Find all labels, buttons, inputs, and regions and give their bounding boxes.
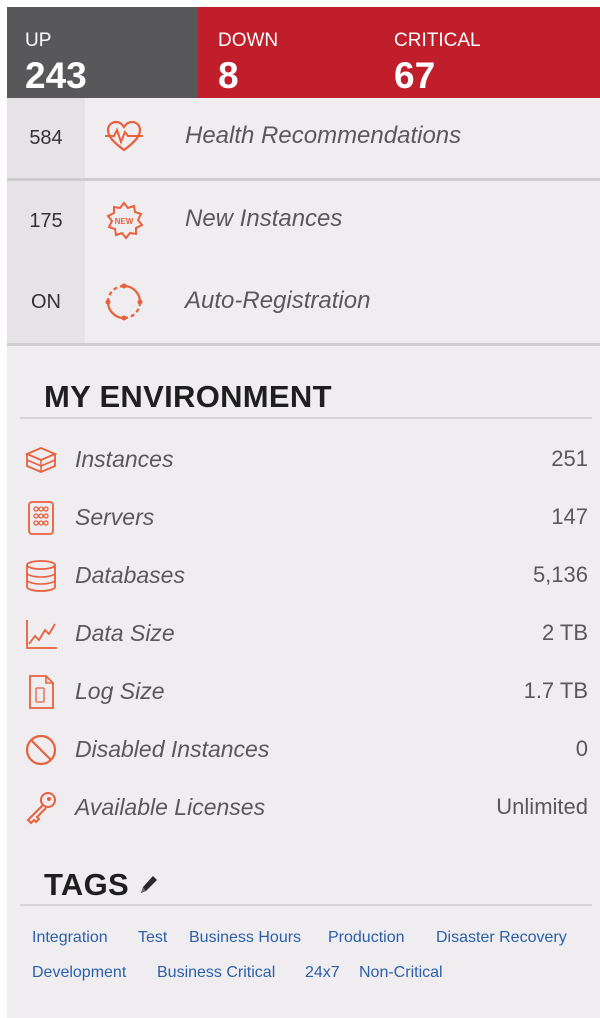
summary-count: ON: [7, 261, 85, 343]
status-critical-value: 67: [394, 55, 436, 96]
instances-icon: [24, 447, 58, 473]
summary-count: 584: [7, 98, 85, 178]
summary-label: Health Recommendations: [185, 122, 462, 149]
env-value: 251: [551, 446, 588, 471]
summary-row-health[interactable]: 584 Health Recommendations: [7, 98, 600, 178]
status-up[interactable]: UP 243: [7, 7, 198, 98]
database-icon: [26, 560, 56, 592]
tag-link[interactable]: Production: [328, 929, 405, 947]
summary-row-auto-registration[interactable]: ON Auto-Registration: [7, 261, 600, 343]
tag-link[interactable]: Business Hours: [189, 929, 301, 947]
env-row-instances[interactable]: Instances 251: [7, 440, 600, 480]
status-critical-label: CRITICAL: [394, 30, 481, 51]
heartbeat-icon: [105, 120, 143, 152]
env-label: Log Size: [75, 678, 165, 704]
chart-line-icon: [26, 620, 57, 649]
status-down-label: DOWN: [218, 30, 279, 51]
env-label: Disabled Instances: [75, 736, 270, 762]
status-down-value: 8: [218, 55, 239, 96]
env-label: Data Size: [75, 620, 175, 646]
disabled-icon: [25, 734, 57, 766]
environment-heading: MY ENVIRONMENT: [44, 379, 332, 414]
tag-link[interactable]: Business Critical: [157, 964, 275, 982]
key-icon: [26, 792, 56, 825]
env-value: 1.7 TB: [523, 678, 588, 703]
summary-label: New Instances: [185, 205, 343, 232]
env-row-data-size[interactable]: Data Size 2 TB: [7, 614, 600, 654]
summary-label: Auto-Registration: [185, 287, 371, 314]
refresh-cycle-icon: [105, 283, 143, 321]
tags-heading: TAGS: [44, 867, 130, 902]
tag-link[interactable]: Disaster Recovery: [436, 929, 567, 947]
status-up-value: 243: [25, 55, 87, 96]
heading-underline: [20, 417, 592, 419]
env-value: 0: [575, 736, 588, 761]
env-row-disabled-instances[interactable]: Disabled Instances 0: [7, 730, 600, 770]
sidebar-panel: UP 243 DOWN 8 CRITICAL 67 584 Health Rec…: [7, 7, 600, 1018]
env-label: Instances: [75, 446, 174, 472]
env-value: Unlimited: [496, 794, 588, 819]
edit-pencil-icon[interactable]: [137, 873, 159, 897]
env-value: 147: [551, 504, 588, 529]
tag-link[interactable]: Development: [32, 964, 126, 982]
heading-underline: [20, 904, 592, 906]
env-label: Available Licenses: [75, 794, 266, 820]
tag-link[interactable]: 24x7: [305, 964, 340, 982]
env-value: 5,136: [532, 562, 588, 587]
env-row-databases[interactable]: Databases 5,136: [7, 556, 600, 596]
status-up-label: UP: [25, 30, 52, 51]
divider: [7, 343, 600, 346]
server-icon: [28, 501, 54, 535]
status-critical[interactable]: CRITICAL 67: [376, 7, 600, 98]
tag-link[interactable]: Test: [138, 929, 167, 947]
env-row-servers[interactable]: Servers 147: [7, 498, 600, 538]
summary-row-new-instances[interactable]: 175 NEW New Instances: [7, 181, 600, 261]
env-row-log-size[interactable]: Log Size 1.7 TB: [7, 672, 600, 712]
status-bar: UP 243 DOWN 8 CRITICAL 67: [7, 7, 600, 98]
status-alerts: DOWN 8 CRITICAL 67: [198, 7, 600, 98]
tag-link[interactable]: Non-Critical: [359, 964, 443, 982]
summary-count: 175: [7, 181, 85, 261]
status-down[interactable]: DOWN 8: [198, 7, 368, 98]
log-file-icon: [29, 675, 54, 709]
env-value: 2 TB: [541, 620, 588, 645]
env-label: Servers: [75, 504, 155, 530]
env-row-available-licenses[interactable]: Available Licenses Unlimited: [7, 788, 600, 828]
tag-link[interactable]: Integration: [32, 929, 108, 947]
new-badge-icon: NEW: [106, 201, 144, 240]
env-label: Databases: [75, 562, 185, 588]
svg-text:NEW: NEW: [115, 217, 134, 226]
